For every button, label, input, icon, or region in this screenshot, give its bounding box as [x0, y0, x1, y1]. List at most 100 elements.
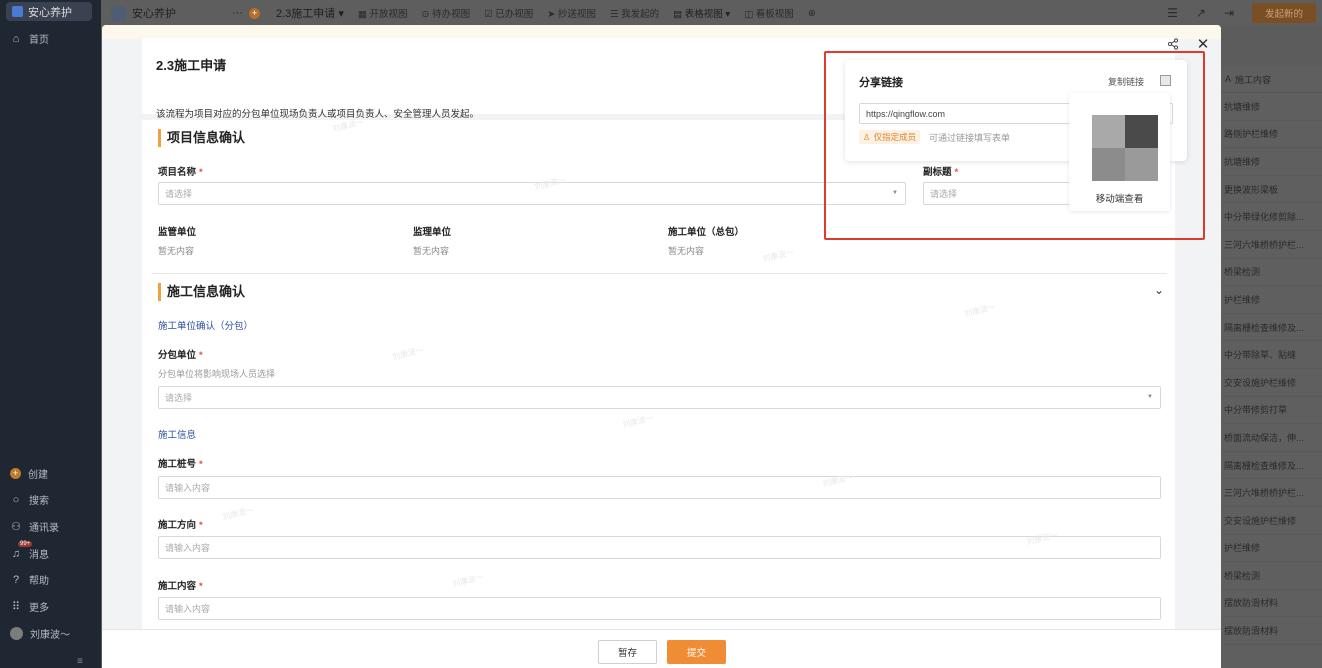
table-row[interactable]: 隔离栅检查维修及...: [1221, 314, 1322, 342]
form-selector-label: 2.3施工申请: [276, 8, 336, 20]
sidebar-item-label: 更多: [29, 603, 49, 614]
table-row[interactable]: 隔离栅检查维修及...: [1221, 452, 1322, 480]
background-table-column: A 施工内容 抗塘维修 路侧护栏维修 抗塘维修 更换波形梁板 中分带绿化修剪除... 三河…: [1221, 66, 1322, 668]
view-tab-board[interactable]: ◫ 看板视图: [744, 6, 794, 20]
app-name: 安心养护: [132, 8, 176, 20]
table-row[interactable]: 护栏维修: [1221, 535, 1322, 563]
copy-link-button[interactable]: 复制链接: [1108, 75, 1144, 88]
plus-icon: +: [10, 468, 21, 479]
app-icon: [111, 5, 126, 21]
collapse-sidebar-icon[interactable]: ≡: [77, 656, 83, 667]
table-row[interactable]: 摆放防滑材料: [1221, 590, 1322, 618]
chevron-down-icon: ▼: [1147, 394, 1153, 400]
direction-input[interactable]: 请输入内容: [158, 536, 1161, 559]
add-icon[interactable]: +: [249, 7, 260, 19]
view-tab-open[interactable]: ▦ 开放视图: [358, 6, 408, 20]
workspace-name: 安心养护: [28, 6, 72, 19]
watermark: 刘康波～: [963, 302, 997, 319]
bell-icon: ♫: [11, 547, 21, 560]
label-text: 施工内容: [158, 581, 197, 592]
table-row[interactable]: 桥梁检测: [1221, 562, 1322, 590]
section-title-project: 项目信息确认: [158, 129, 245, 147]
table-row[interactable]: 交安设施护栏维修: [1221, 369, 1322, 397]
sidebar-item-more[interactable]: ⠿ 更多: [10, 599, 49, 614]
section-divider: [152, 273, 1167, 274]
form-description: 该流程为项目对应的分包单位现场负责人或项目负责人、安全管理人员发起。: [156, 109, 480, 120]
subsection-construction-info: 施工信息: [158, 430, 197, 441]
submit-button[interactable]: 提交: [667, 640, 726, 664]
table-row[interactable]: 中分带修剪打草: [1221, 397, 1322, 425]
contacts-icon: ⚇: [11, 521, 21, 533]
workspace-switcher[interactable]: 安心养护: [6, 2, 92, 21]
app-title[interactable]: 安心养护: [111, 5, 176, 21]
sidebar-user[interactable]: 刘康波～: [10, 626, 70, 641]
close-icon[interactable]: ✕: [1194, 35, 1212, 53]
view-tab-done[interactable]: ☑ 已办视图: [484, 6, 533, 20]
section-title-construction: 施工信息确认: [158, 283, 245, 301]
save-draft-button[interactable]: 暂存: [598, 640, 657, 664]
share-icon[interactable]: [1164, 35, 1182, 53]
sidebar-item-help[interactable]: ? 帮助: [10, 572, 49, 588]
subcontractor-select[interactable]: 请选择 ▼: [158, 386, 1161, 409]
export-icon[interactable]: ⇥: [1224, 6, 1234, 20]
collapse-section-icon[interactable]: ⌄: [1154, 283, 1164, 297]
table-row[interactable]: 抗塘维修: [1221, 93, 1322, 121]
user-icon: ♙: [863, 131, 871, 142]
help-icon: ?: [12, 573, 20, 586]
view-tab-todo[interactable]: ⊙ 待办视图: [422, 6, 471, 20]
table-row[interactable]: 桥梁检测: [1221, 259, 1322, 287]
contractor-value: 暂无内容: [668, 246, 705, 256]
new-record-button[interactable]: 发起新的: [1252, 3, 1316, 23]
list-icon[interactable]: ☰: [1167, 6, 1178, 20]
label-text: 施工桩号: [158, 459, 197, 470]
qr-code-image: [1092, 115, 1158, 181]
sidebar-item-home[interactable]: ⌂ 首页: [10, 31, 49, 47]
field-label-supervisor: 监管单位: [158, 227, 197, 238]
view-tab-cc[interactable]: ➤ 抄送视图: [547, 6, 596, 20]
view-tab-mine[interactable]: ☰ 我发起的: [610, 6, 659, 20]
table-row[interactable]: 桥面流动保洁，伸...: [1221, 424, 1322, 452]
sidebar-item-search[interactable]: ○ 搜索: [10, 492, 49, 508]
view-tab-table[interactable]: ▤ 表格视图 ▾: [673, 6, 730, 20]
view-tab-label: 看板视图: [755, 9, 794, 20]
table-row[interactable]: 更换波形梁板: [1221, 176, 1322, 204]
placeholder: 请选择: [165, 189, 193, 199]
add-view-icon[interactable]: ⊕: [808, 8, 816, 19]
pile-number-input[interactable]: 请输入内容: [158, 476, 1161, 499]
modal-top-strip: [102, 25, 1221, 39]
inspector-value: 暂无内容: [413, 246, 450, 256]
view-tab-label: 待办视图: [432, 9, 471, 20]
field-label-contractor: 施工单位（总包）: [668, 227, 745, 238]
form-selector[interactable]: 2.3施工申请 ▾: [276, 5, 344, 21]
topbar-actions: ☰ ↗ ⇥ 发起新的: [1167, 0, 1322, 26]
permission-tag[interactable]: ♙ 仅指定成员: [859, 130, 921, 144]
table-row[interactable]: 路侧护栏维修: [1221, 121, 1322, 149]
field-label-direction: 施工方向 *: [158, 517, 203, 531]
more-icon[interactable]: ···: [232, 7, 243, 19]
table-row[interactable]: 摆放防滑材料: [1221, 617, 1322, 645]
table-row[interactable]: 抗塘维修: [1221, 148, 1322, 176]
form-footer: 暂存 提交: [102, 629, 1221, 668]
table-row[interactable]: 中分带绿化修剪除...: [1221, 203, 1322, 231]
label-text: 分包单位: [158, 350, 197, 361]
sidebar-item-label: 帮助: [29, 576, 49, 587]
sidebar-item-contacts[interactable]: ⚇ 通讯录: [10, 519, 59, 534]
table-row[interactable]: 三河六堆桥桥护栏...: [1221, 479, 1322, 507]
sidebar-item-messages[interactable]: ♫ 消息: [10, 546, 49, 562]
table-row[interactable]: 三河六堆桥桥护栏...: [1221, 231, 1322, 259]
field-label-subcontractor: 分包单位 *: [158, 347, 203, 361]
left-sidebar: 安心养护 ⌂ 首页 + 创建 ○ 搜索 ⚇ 通讯录 99+ ♫ 消息 ? 帮助 …: [0, 0, 101, 668]
table-row[interactable]: 交安设施护栏维修: [1221, 507, 1322, 535]
table-row[interactable]: 中分带除草、贴缝: [1221, 341, 1322, 369]
content-input[interactable]: 请输入内容: [158, 597, 1161, 620]
placeholder: 请选择: [165, 393, 193, 403]
required-mark: *: [199, 167, 203, 178]
chart-icon[interactable]: ↗: [1196, 6, 1206, 20]
project-name-select[interactable]: 请选择 ▼: [158, 182, 906, 205]
placeholder: 请输入内容: [165, 604, 211, 614]
required-mark: *: [199, 459, 203, 470]
qr-code-icon[interactable]: [1160, 75, 1171, 86]
sidebar-item-create[interactable]: + 创建: [10, 466, 48, 481]
watermark: 刘康波～: [391, 345, 425, 362]
table-row[interactable]: 护栏维修: [1221, 286, 1322, 314]
